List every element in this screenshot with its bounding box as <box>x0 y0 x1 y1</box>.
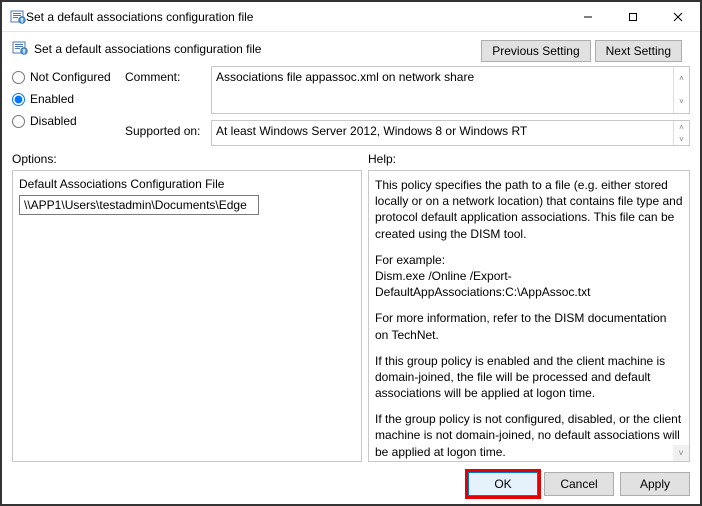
help-pane: Help: This policy specifies the path to … <box>368 152 690 462</box>
minimize-button[interactable] <box>565 2 610 32</box>
help-text: If the group policy is not configured, d… <box>375 411 683 460</box>
scroll-down-icon[interactable]: ˅ <box>673 445 689 461</box>
radio-not-configured[interactable]: Not Configured <box>12 70 117 84</box>
help-text: Dism.exe /Online /Export-DefaultAppAssoc… <box>375 268 683 300</box>
option-label: Default Associations Configuration File <box>19 177 355 191</box>
help-text: This policy specifies the path to a file… <box>375 177 683 242</box>
policy-header: Set a default associations configuration… <box>2 32 700 66</box>
ok-button[interactable]: OK <box>468 472 538 496</box>
help-body: This policy specifies the path to a file… <box>368 170 690 462</box>
policy-title: Set a default associations configuration… <box>34 40 475 56</box>
policy-icon <box>12 40 28 56</box>
policy-icon <box>10 9 26 25</box>
help-text: For example: <box>375 252 683 268</box>
comment-spinner[interactable]: ˄˅ <box>673 67 689 113</box>
policy-editor-window: Set a default associations configuration… <box>0 0 702 506</box>
comment-value: Associations file appassoc.xml on networ… <box>216 70 474 84</box>
previous-setting-button[interactable]: Previous Setting <box>481 40 590 62</box>
help-text: If this group policy is enabled and the … <box>375 353 683 402</box>
options-body: Default Associations Configuration File <box>12 170 362 462</box>
split-area: Options: Default Associations Configurat… <box>2 146 700 466</box>
radio-label: Disabled <box>30 114 77 128</box>
help-title: Help: <box>368 152 690 166</box>
radio-label: Enabled <box>30 92 74 106</box>
footer-buttons: OK Cancel Apply <box>2 466 700 504</box>
apply-button[interactable]: Apply <box>620 472 690 496</box>
close-button[interactable] <box>655 2 700 32</box>
comment-input[interactable]: Associations file appassoc.xml on networ… <box>211 66 690 114</box>
radio-not-configured-input[interactable] <box>12 71 25 84</box>
supported-value-box: At least Windows Server 2012, Windows 8 … <box>211 120 690 146</box>
options-title: Options: <box>12 152 362 166</box>
next-setting-button[interactable]: Next Setting <box>595 40 682 62</box>
radio-label: Not Configured <box>30 70 111 84</box>
supported-value: At least Windows Server 2012, Windows 8 … <box>216 124 527 138</box>
radio-disabled[interactable]: Disabled <box>12 114 117 128</box>
radio-enabled[interactable]: Enabled <box>12 92 117 106</box>
option-input[interactable] <box>19 195 259 215</box>
comment-label: Comment: <box>125 66 205 84</box>
radio-disabled-input[interactable] <box>12 115 25 128</box>
help-text: For more information, refer to the DISM … <box>375 310 683 342</box>
maximize-button[interactable] <box>610 2 655 32</box>
supported-spinner[interactable]: ˄˅ <box>673 121 689 145</box>
titlebar: Set a default associations configuration… <box>2 2 700 32</box>
supported-label: Supported on: <box>125 120 205 138</box>
cancel-button[interactable]: Cancel <box>544 472 614 496</box>
options-pane: Options: Default Associations Configurat… <box>12 152 362 462</box>
radio-enabled-input[interactable] <box>12 93 25 106</box>
state-radios: Not Configured Enabled Disabled <box>12 66 117 128</box>
window-title: Set a default associations configuration… <box>26 10 565 24</box>
config-row: Not Configured Enabled Disabled Comment:… <box>2 66 700 146</box>
